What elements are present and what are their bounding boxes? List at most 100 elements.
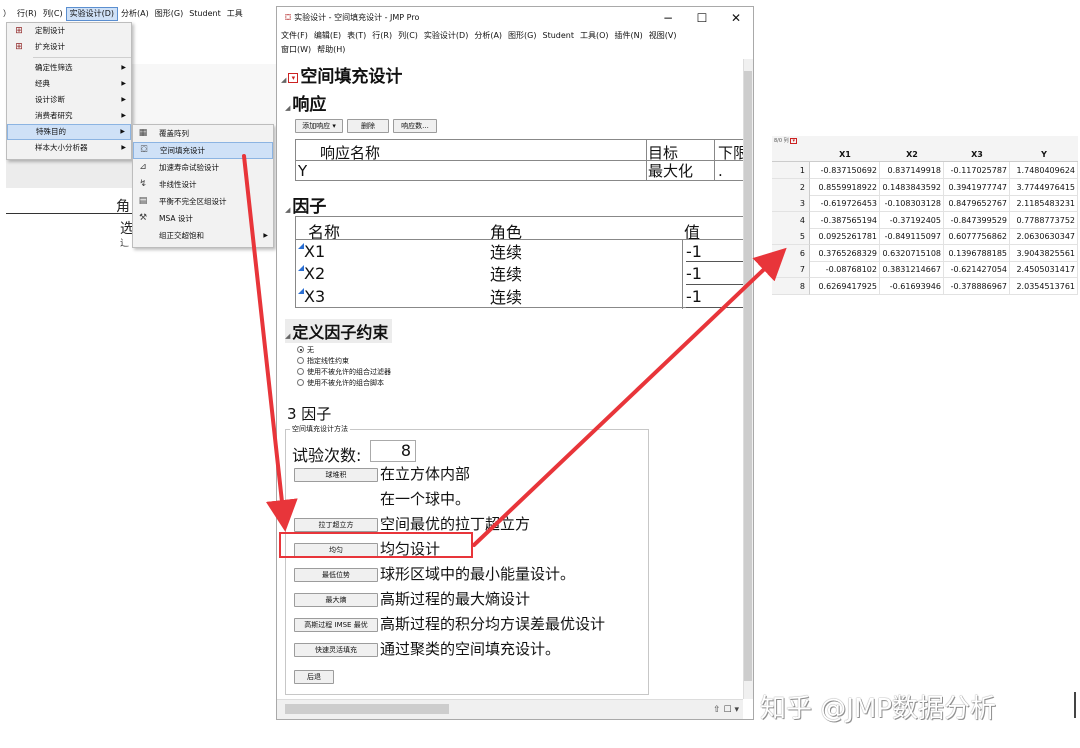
- response-lower-limit[interactable]: .: [718, 161, 723, 181]
- data-table-row[interactable]: 3 -0.619726453 -0.108303128 0.8479652767 2.1…: [772, 195, 1078, 212]
- menu-item[interactable]: 经典 ▶: [7, 76, 131, 92]
- data-cell[interactable]: 3.9043825561: [1010, 244, 1078, 262]
- remove-response-button[interactable]: 删除: [347, 119, 389, 133]
- data-cell[interactable]: -0.61693946: [880, 277, 944, 295]
- data-table-row[interactable]: 4 -0.387565194 -0.37192405 -0.847399529 0.77…: [772, 211, 1078, 229]
- constraint-radio[interactable]: 使用不被允许的组合脚本: [297, 378, 384, 388]
- number-of-responses-button[interactable]: 响应数...: [393, 119, 437, 133]
- radio-button-icon[interactable]: [297, 379, 304, 386]
- submenu-item[interactable]: ⛋ 空间填充设计: [133, 142, 273, 159]
- data-cell[interactable]: 2.4505031417: [1010, 261, 1078, 278]
- menubar-item[interactable]: 图形(G): [152, 6, 186, 22]
- data-cell[interactable]: 0.0925261781: [810, 228, 880, 245]
- data-cell[interactable]: 0.6077756862: [944, 228, 1010, 245]
- menu-item[interactable]: ⊞ 扩充设计: [7, 39, 131, 55]
- menu-item[interactable]: 帮助(H): [317, 45, 345, 54]
- factor-value[interactable]: -1: [686, 285, 743, 308]
- data-cell[interactable]: 1.7480409624: [1010, 162, 1078, 179]
- menubar-item[interactable]: ）: [0, 6, 14, 22]
- method-button[interactable]: 最低位势: [294, 568, 378, 582]
- menubar-item[interactable]: 行(R): [14, 6, 40, 22]
- menu-item[interactable]: 确定性筛选 ▶: [7, 60, 131, 76]
- data-table-row[interactable]: 1 -0.837150692 0.837149918 -0.117025787 1.74…: [772, 162, 1078, 179]
- menu-item[interactable]: 样本大小分析器 ▶: [7, 140, 131, 156]
- menu-item[interactable]: 特殊目的 ▶: [7, 124, 131, 140]
- red-triangle-menu-icon[interactable]: ▾: [288, 73, 299, 83]
- data-cell[interactable]: 0.6269417925: [810, 277, 880, 295]
- data-cell[interactable]: -0.849115097: [880, 228, 944, 245]
- data-table-row[interactable]: 6 0.3765268329 0.6320715108 0.1396788185 3.9…: [772, 244, 1078, 262]
- data-table-row[interactable]: 2 0.8559918922 0.1483843592 0.3941977747 3.7…: [772, 178, 1078, 196]
- row-number[interactable]: 7: [772, 261, 810, 278]
- data-cell[interactable]: -0.108303128: [880, 195, 944, 212]
- method-button[interactable]: 拉丁超立方: [294, 518, 378, 532]
- platform-outline-header[interactable]: ◢ ▾ 空间填充设计: [281, 62, 402, 87]
- menu-item[interactable]: 插件(N): [615, 31, 643, 40]
- data-cell[interactable]: 0.3765268329: [810, 244, 880, 262]
- menu-item[interactable]: 视图(V): [649, 31, 677, 40]
- constraint-radio[interactable]: 指定线性约束: [297, 356, 349, 366]
- data-cell[interactable]: -0.117025787: [944, 162, 1010, 179]
- submenu-item[interactable]: ▤ 平衡不完全区组设计: [133, 193, 273, 210]
- menu-item[interactable]: 设计诊断 ▶: [7, 92, 131, 108]
- submenu-item[interactable]: ↯ 非线性设计: [133, 176, 273, 193]
- data-cell[interactable]: 0.1483843592: [880, 178, 944, 196]
- data-cell[interactable]: 0.8559918922: [810, 178, 880, 196]
- row-number[interactable]: 3: [772, 195, 810, 212]
- submenu-item[interactable]: ▦ 覆盖阵列: [133, 125, 273, 142]
- data-cell[interactable]: -0.387565194: [810, 211, 880, 229]
- menubar-item[interactable]: Student: [186, 6, 224, 22]
- submenu-item[interactable]: ⊿ 加速寿命试验设计: [133, 159, 273, 176]
- minimize-button[interactable]: −: [651, 7, 685, 29]
- menubar-item[interactable]: 实验设计(D): [65, 7, 119, 21]
- menu-item[interactable]: 行(R): [372, 31, 392, 40]
- data-cell[interactable]: 0.7788773752: [1010, 211, 1078, 229]
- menu-item[interactable]: 分析(A): [474, 31, 502, 40]
- menu-item[interactable]: 编辑(E): [314, 31, 341, 40]
- data-cell[interactable]: -0.37192405: [880, 211, 944, 229]
- factor-name-cell[interactable]: X1: [298, 240, 325, 262]
- data-column-header[interactable]: X3: [944, 150, 1010, 159]
- data-cell[interactable]: -0.847399529: [944, 211, 1010, 229]
- horizontal-scroll-thumb[interactable]: [285, 704, 449, 714]
- data-cell[interactable]: 2.0630630347: [1010, 228, 1078, 245]
- data-column-header[interactable]: X1: [810, 150, 880, 159]
- runs-input[interactable]: 8: [370, 440, 416, 462]
- data-table-row[interactable]: 5 0.0925261781 -0.849115097 0.6077756862 2.0…: [772, 228, 1078, 245]
- radio-button-icon[interactable]: [297, 368, 304, 375]
- row-number[interactable]: 2: [772, 178, 810, 196]
- maximize-button[interactable]: ☐: [685, 7, 719, 29]
- radio-button-icon[interactable]: [297, 357, 304, 364]
- factor-value[interactable]: -1: [686, 262, 743, 285]
- data-cell[interactable]: 0.3941977747: [944, 178, 1010, 196]
- close-button[interactable]: ✕: [719, 7, 753, 29]
- response-goal[interactable]: 最大化: [648, 161, 693, 181]
- back-button[interactable]: 后退: [294, 670, 334, 684]
- data-cell[interactable]: -0.08768102: [810, 261, 880, 278]
- menu-item[interactable]: 实验设计(D): [424, 31, 468, 40]
- add-response-button[interactable]: 添加响应 ▾: [295, 119, 343, 133]
- row-number[interactable]: 5: [772, 228, 810, 245]
- row-number[interactable]: 6: [772, 244, 810, 262]
- method-button[interactable]: 快速灵活填充: [294, 643, 378, 657]
- data-cell[interactable]: 0.837149918: [880, 162, 944, 179]
- menu-item[interactable]: Student: [543, 31, 575, 40]
- data-column-header[interactable]: X2: [880, 150, 944, 159]
- constraint-radio[interactable]: 无: [297, 345, 314, 355]
- factor-value[interactable]: -1: [686, 240, 743, 262]
- constraint-radio[interactable]: 使用不被允许的组合过滤器: [297, 367, 391, 377]
- submenu-item[interactable]: ⚒ MSA 设计: [133, 210, 273, 227]
- row-number[interactable]: 4: [772, 211, 810, 229]
- menu-item[interactable]: 消费者研究 ▶: [7, 108, 131, 124]
- data-table-row[interactable]: 7 -0.08768102 0.3831214667 -0.621427054 2.45…: [772, 261, 1078, 278]
- data-cell[interactable]: -0.378886967: [944, 277, 1010, 295]
- data-column-header[interactable]: Y: [1010, 150, 1078, 159]
- menubar-item[interactable]: 列(C): [40, 6, 66, 22]
- menu-item[interactable]: 表(T): [347, 31, 366, 40]
- data-cell[interactable]: 0.1396788185: [944, 244, 1010, 262]
- menubar-item[interactable]: 工具: [224, 6, 246, 22]
- menu-item[interactable]: 窗口(W): [281, 45, 311, 54]
- radio-button-icon[interactable]: [297, 346, 304, 353]
- vertical-scroll-thumb[interactable]: [744, 71, 752, 681]
- status-bar-icons[interactable]: ⇧ ☐ ▾: [713, 705, 739, 715]
